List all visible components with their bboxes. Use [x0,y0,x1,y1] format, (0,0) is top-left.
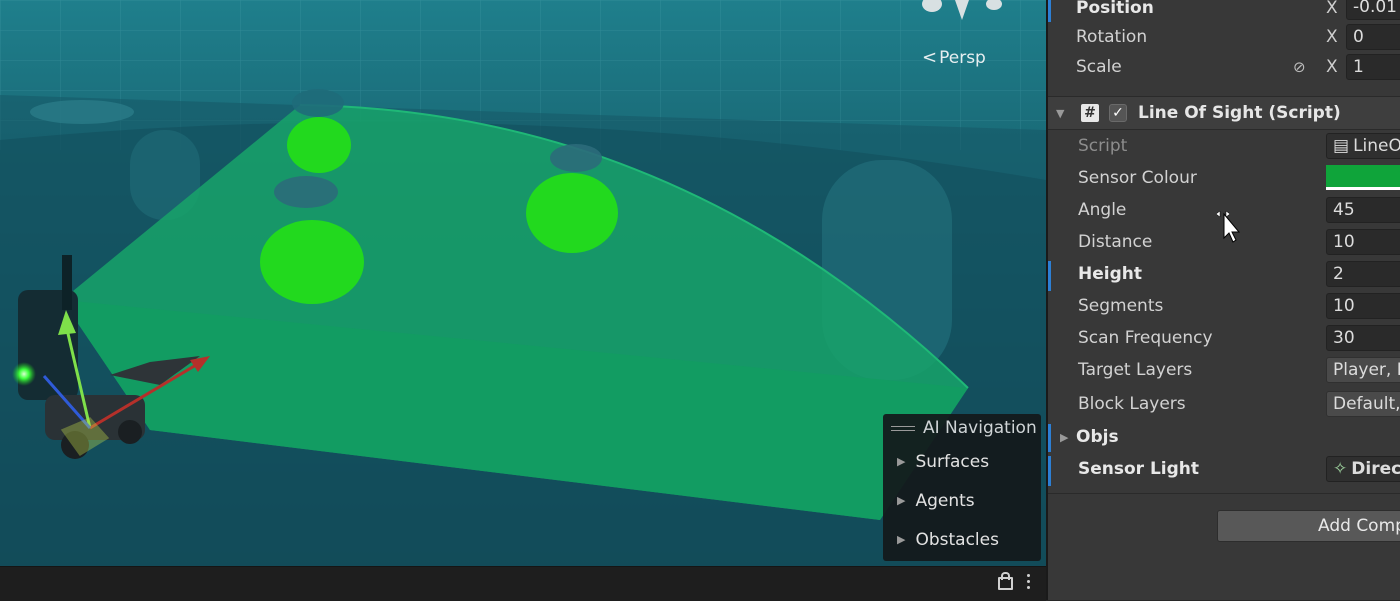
segments-row: Segments 10 [1048,293,1400,319]
script-label: Script [1078,136,1128,156]
lock-icon[interactable] [998,572,1013,590]
segments-label: Segments [1078,296,1164,316]
angle-field[interactable]: 45 [1326,197,1400,223]
ai-navigation-overlay: AI Navigation ▶ Surfaces ▶ Agents ▶ Obst… [883,414,1041,561]
scale-label: Scale [1076,57,1122,77]
position-row: Position X -0.01 [1048,0,1400,20]
block-layers-label: Block Layers [1078,394,1186,414]
rotation-row: Rotation X 0 [1048,24,1400,50]
rotation-x-field[interactable]: 0 [1346,24,1400,50]
scene-bottom-bar [0,566,1046,601]
add-component-button[interactable]: Add Comp [1217,510,1400,542]
nav-item-agents[interactable]: ▶ Agents [883,481,1041,520]
sensor-light-object-field[interactable]: ✧ Direct [1326,456,1400,482]
script-file-icon: ▤ [1333,136,1350,156]
expand-arrow-icon[interactable]: ▶ [1060,431,1068,444]
height-label: Height [1078,264,1142,284]
nav-item-surfaces[interactable]: ▶ Surfaces [883,442,1041,481]
angle-label: Angle [1078,200,1127,220]
view-mode-label: Persp [939,47,986,68]
component-title: Line Of Sight (Script) [1138,103,1341,123]
height-row: Height 2 [1048,261,1400,287]
ai-navigation-title: AI Navigation [923,418,1037,438]
target-pillar [260,220,364,304]
scene-view[interactable]: < Persp AI Navigation ▶ Surfaces ▶ Agent… [0,0,1046,566]
block-layers-dropdown[interactable]: Default, [1326,391,1400,417]
target-layers-dropdown[interactable]: Player, I [1326,357,1400,383]
position-x-field[interactable]: -0.01 [1346,0,1400,20]
script-row: Script ▤ LineO [1048,133,1400,159]
distance-field[interactable]: 10 [1326,229,1400,255]
target-layers-label: Target Layers [1078,360,1193,380]
target-layers-row: Target Layers Player, I [1048,357,1400,383]
view-mode-toggle[interactable]: < Persp [922,47,986,68]
expand-arrow-icon: ▶ [897,494,906,507]
ai-navigation-header[interactable]: AI Navigation [883,414,1041,442]
expand-arrow-icon: ▶ [897,455,906,468]
expand-arrow-icon: ▶ [897,533,906,546]
nav-item-label: Agents [915,490,975,511]
component-enabled-checkbox[interactable]: ✓ [1109,104,1127,122]
sensor-light-value: Direct [1351,459,1400,479]
target-pillar [287,117,351,173]
height-field[interactable]: 2 [1326,261,1400,287]
nav-item-label: Surfaces [915,451,990,472]
sensor-light-label: Sensor Light [1078,459,1200,479]
sensor-colour-swatch[interactable] [1326,165,1400,190]
drag-handle-icon[interactable] [891,425,915,431]
component-header[interactable]: ▼ # ✓ Line Of Sight (Script) [1048,96,1400,130]
chevron-left-icon: < [922,47,938,68]
objs-label: Objs [1076,427,1119,447]
light-icon: ✧ [1333,459,1348,479]
rotation-label: Rotation [1076,27,1148,47]
scan-frequency-field[interactable]: 30 [1326,325,1400,351]
block-layers-row: Block Layers Default, [1048,391,1400,417]
segments-field[interactable]: 10 [1326,293,1400,319]
inspector-panel: Position X -0.01 Rotation X 0 Scale ⊘ X … [1048,0,1400,600]
position-label: Position [1076,0,1154,18]
nav-item-label: Obstacles [915,529,999,550]
sensor-light-row: Sensor Light ✧ Direct [1048,456,1400,482]
script-object-field: ▤ LineO [1326,133,1400,159]
more-options-icon[interactable] [1027,574,1030,589]
scale-axis-label: X [1326,57,1338,77]
script-value: LineO [1353,136,1400,156]
sensor-colour-label: Sensor Colour [1078,168,1197,188]
target-pillar [526,173,618,253]
objs-row[interactable]: ▶ Objs [1048,424,1400,450]
scale-x-field[interactable]: 1 [1346,54,1400,80]
scan-frequency-label: Scan Frequency [1078,328,1213,348]
component-separator [1048,493,1400,494]
position-axis-label: X [1326,0,1338,18]
distance-label: Distance [1078,232,1153,252]
mouse-cursor-icon [1215,210,1241,243]
foldout-arrow-icon[interactable]: ▼ [1056,107,1064,120]
nav-item-obstacles[interactable]: ▶ Obstacles [883,520,1041,559]
constrain-proportions-icon[interactable]: ⊘ [1293,58,1306,76]
scan-frequency-row: Scan Frequency 30 [1048,325,1400,351]
script-icon: # [1081,104,1099,122]
rotation-axis-label: X [1326,27,1338,47]
scale-row: Scale ⊘ X 1 [1048,54,1400,80]
